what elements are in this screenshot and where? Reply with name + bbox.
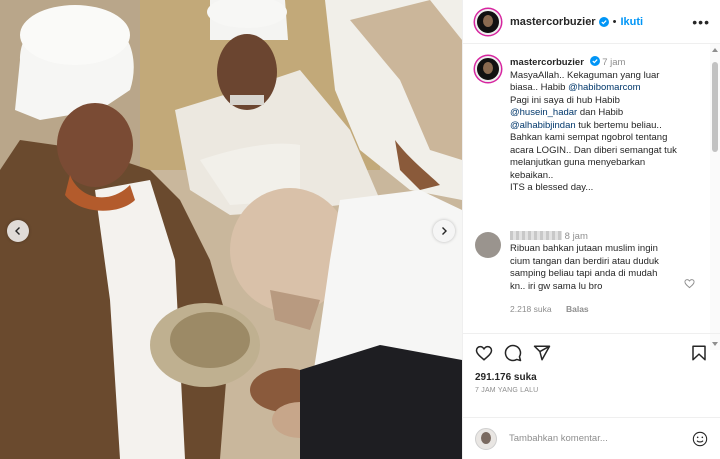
comments-scrollbar[interactable]: [710, 44, 720, 350]
comment-icon[interactable]: [504, 344, 522, 362]
caption-time: 7 jam: [602, 57, 626, 68]
post-time-ago[interactable]: 7 JAM YANG LALU: [475, 387, 708, 394]
caption-text: tuk bertemu beliau..: [575, 119, 662, 131]
caption-author-username[interactable]: mastercorbuzier: [510, 57, 584, 68]
comment-line-2: cium tangan dan berdiri atau duduk: [510, 255, 659, 267]
comments-section: mastercorbuzier 7 jam MasyaAllah.. Kekag…: [463, 44, 720, 333]
comment-like-heart-icon[interactable]: [684, 278, 695, 289]
commenter-avatar[interactable]: [475, 231, 501, 258]
comment-likes[interactable]: 2.218 suka: [510, 304, 552, 314]
caption-line-9: kebaikan..: [510, 169, 554, 181]
photo-scene: [0, 0, 462, 459]
verified-badge-icon: [589, 56, 600, 66]
action-icons: [475, 342, 708, 364]
instagram-post-modal: mastercorbuzier • Ikuti ••• mastercorbuz…: [0, 0, 720, 459]
mention-link[interactable]: @husein_hadar: [510, 107, 577, 118]
caption-line-3: Pagi ini saya di hub Habib: [510, 94, 620, 106]
bookmark-icon[interactable]: [690, 344, 708, 362]
emoji-icon[interactable]: [692, 431, 708, 447]
comment-header: 8 jam: [510, 230, 682, 244]
share-icon[interactable]: [533, 344, 551, 362]
comment-time: 8 jam: [564, 230, 588, 242]
previous-photo-button[interactable]: [7, 220, 29, 242]
current-user-avatar: [475, 427, 497, 450]
caption-line-7: acara LOGIN.. Dan diberi semangat tuk: [510, 144, 677, 156]
add-comment-input[interactable]: [509, 433, 669, 444]
post-actions: 291.176 suka 7 JAM YANG LALU: [463, 333, 720, 417]
caption-line-4: @husein_hadar dan Habib: [510, 107, 680, 120]
add-comment-bar: [463, 417, 720, 459]
comment-body: 8 jam Ribuan bahkan jutaan muslim ingin …: [510, 230, 682, 316]
caption: mastercorbuzier 7 jam MasyaAllah.. Kekag…: [475, 56, 704, 195]
chevron-left-icon: [15, 227, 20, 235]
comment-item: 8 jam Ribuan bahkan jutaan muslim ingin …: [475, 230, 704, 316]
mention-link[interactable]: @alhabibjindan: [510, 120, 576, 131]
comment-line-4: kn.. iri gw sama lu bro: [510, 280, 603, 292]
caption-line-5: @alhabibjindan tuk bertemu beliau..: [510, 120, 680, 133]
commenter-username-blurred[interactable]: [510, 230, 562, 240]
caption-line-6: Bahkan kami sempat ngobrol tentang: [510, 132, 668, 143]
scroll-up-arrow-icon[interactable]: [712, 48, 718, 52]
more-options-button[interactable]: •••: [692, 14, 710, 30]
caption-line: mastercorbuzier 7 jam: [510, 56, 680, 70]
caption-line-10: ITS a blessed day...: [510, 182, 594, 193]
comment-line-1: Ribuan bahkan jutaan muslim ingin: [510, 243, 658, 254]
author-avatar[interactable]: [475, 8, 501, 35]
chevron-right-icon: [442, 227, 447, 235]
caption-text: dan Habib: [577, 107, 624, 118]
caption-text: biasa.. Habib: [510, 82, 569, 93]
caption-author-avatar[interactable]: [475, 56, 501, 82]
heart-icon[interactable]: [475, 344, 493, 362]
post-photo[interactable]: [0, 0, 462, 459]
comment-line-3: samping beliau tapi anda di mudah: [510, 268, 658, 279]
scrollbar-thumb[interactable]: [712, 62, 718, 152]
next-photo-button[interactable]: [433, 220, 455, 242]
post-header: mastercorbuzier • Ikuti •••: [463, 0, 720, 44]
comment-meta: 2.218 suka Balas: [510, 303, 682, 316]
like-count[interactable]: 291.176 suka: [475, 372, 708, 383]
author-username[interactable]: mastercorbuzier: [510, 16, 596, 28]
follow-button[interactable]: Ikuti: [620, 16, 643, 28]
caption-body: mastercorbuzier 7 jam MasyaAllah.. Kekag…: [510, 56, 680, 195]
post-side-panel: mastercorbuzier • Ikuti ••• mastercorbuz…: [462, 0, 720, 459]
caption-line-8: melanjutkan guna menyebarkan: [510, 157, 646, 168]
verified-badge-icon: [598, 16, 609, 27]
caption-line-2: biasa.. Habib @habibomarcom: [510, 82, 680, 95]
reply-button[interactable]: Balas: [566, 304, 589, 314]
caption-line-1: MasyaAllah.. Kekaguman yang luar: [510, 69, 660, 81]
mention-link[interactable]: @habibomarcom: [568, 82, 640, 93]
separator-dot: •: [612, 15, 617, 28]
